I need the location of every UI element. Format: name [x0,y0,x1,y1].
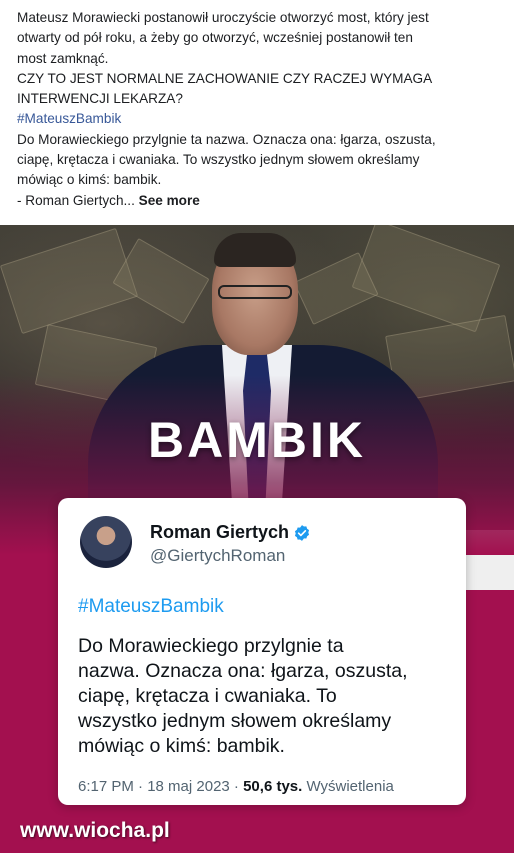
post-line: - Roman Giertych... [17,192,135,208]
post-line: Mateusz Morawiecki postanowił uroczyście… [17,10,429,25]
post-line: Do Morawieckiego przylgnie ta nazwa. Ozn… [17,131,436,147]
watermark: www.wiocha.pl [20,819,170,842]
tweet-author-name: Roman Giertych [150,522,311,543]
person-hair [214,233,296,267]
post-hashtag-link[interactable]: #MateuszBambik [17,111,121,126]
tweet-views-count: 50,6 tys. [243,778,303,795]
tweet-timestamp: 6:17 PM · 18 maj 2023 · [78,778,244,795]
verified-badge-icon [294,525,310,542]
tweet-line: Do Morawieckiego przylgnie ta [78,635,344,657]
post-line: INTERWENCJI LEKARZA? [17,91,183,107]
tweet-views-label: Wyświetlenia [302,778,394,795]
tweet-card: Roman Giertych @GiertychRoman #MateuszBa… [58,498,466,805]
headline: BAMBIK [148,412,366,468]
person-glasses [218,285,292,299]
tweet-body: Do Morawieckiego przylgnie ta nazwa. Ozn… [78,634,458,759]
tweet-line: wszystko jednym słowem określamy [78,710,392,732]
tweet-line: ciapę, krętacza i cwaniaka. To [78,685,337,707]
post-line: otwarty od pół roku, a żeby go otworzyć,… [17,30,413,46]
tweet-meta: 6:17 PM · 18 maj 2023 · 50,6 tys. Wyświe… [78,778,394,795]
tweet-author-handle: @GiertychRoman [150,546,286,565]
tweet-line: nazwa. Oznacza ona: łgarza, oszusta, [78,660,408,682]
post-line: CZY TO JEST NORMALNE ZACHOWANIE CZY RACZ… [17,70,433,86]
post-text: Mateusz Morawiecki postanowił uroczyście… [17,8,497,211]
see-more-link[interactable]: See more [139,193,200,208]
avatar [80,516,132,568]
post-image[interactable]: BAMBIK Roman Giertych @GiertychRoman #Ma… [0,225,514,853]
post-line: mówiąc o kimś: bambik. [17,172,162,188]
post-line: most zamknąć. [17,50,109,66]
tweet-line: mówiąc o kimś: bambik. [78,735,285,757]
post-line: ciapę, krętacza i cwaniaka. To wszystko … [17,152,420,168]
author-name-text: Roman Giertych [150,522,290,542]
tweet-hashtag: #MateuszBambik [78,596,224,617]
